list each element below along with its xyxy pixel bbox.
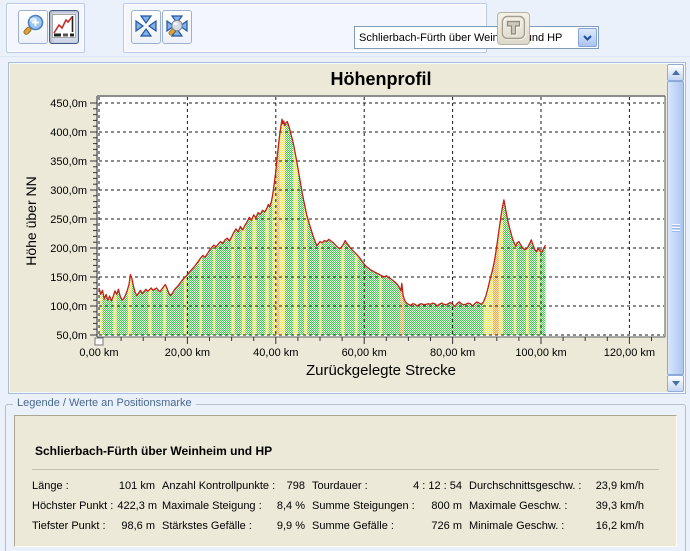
scrollbar-grip-icon [672, 224, 680, 232]
arrow-down-icon [672, 381, 680, 386]
stat-cell: Summe Steigungen : 800 m [312, 500, 462, 512]
scrollbar-thumb[interactable] [667, 81, 684, 375]
fit-view-button[interactable] [131, 10, 161, 44]
legend-groupbox-title: Legende / Werte an Positionsmarke [13, 397, 196, 409]
elevation-chart-button[interactable] [49, 10, 79, 44]
stat-label: Summe Gefälle : [312, 520, 394, 532]
stat-cell: Länge : 101 km [32, 480, 155, 492]
stat-value: 422,3 m [113, 500, 157, 512]
separator [32, 469, 659, 470]
stat-label: Tourdauer : [312, 480, 368, 492]
scroll-down-button[interactable] [667, 375, 684, 392]
stat-value: 9,9 % [273, 520, 305, 532]
zoom-in-button[interactable] [18, 10, 48, 44]
x-tick-label: 100,00 km [515, 347, 566, 359]
stat-label: Höchster Punkt : [32, 500, 113, 512]
stat-label: Summe Steigungen : [312, 500, 415, 512]
toolbar-group-route: Schlierbach-Fürth über Weinheim und HP [123, 3, 487, 53]
stat-value: 16,2 km/h [592, 520, 644, 532]
fit-zoom-button[interactable] [162, 10, 192, 44]
fit-zoom-icon [164, 13, 190, 42]
legend-panel: Schlierbach-Fürth über Weinheim und HP L… [14, 415, 677, 547]
x-tick-label: 0,00 km [79, 347, 118, 359]
y-tick-label: 150,0m [50, 272, 87, 284]
stat-cell: Summe Gefälle : 726 m [312, 520, 462, 532]
stat-cell: Stärkstes Gefälle : 9,9 % [162, 520, 305, 532]
stat-value: 23,9 km/h [592, 480, 644, 492]
y-tick-label: 350,0m [50, 156, 87, 168]
arrow-up-icon [672, 70, 680, 75]
chevron-down-icon[interactable] [578, 28, 597, 47]
x-tick-label: 40,00 km [253, 347, 298, 359]
stat-cell: Tiefster Punkt : 98,6 m [32, 520, 155, 532]
elevation-chart-panel: Höhenprofil Höhe über NN [8, 62, 686, 394]
route-stats: Länge : 101 km Anzahl Kontrollpunkte : 798 T… [32, 480, 644, 532]
stat-cell: Maximale Geschw. : 39,3 km/h [469, 500, 644, 512]
position-marker [95, 338, 103, 345]
stat-cell: Tourdauer : 4 : 12 : 54 [312, 480, 462, 492]
legend-groupbox: Legende / Werte an Positionsmarke Schlie… [5, 404, 686, 551]
zoom-in-icon [20, 13, 46, 42]
position-marker-icon [500, 14, 527, 44]
stat-label: Anzahl Kontrollpunkte : [162, 480, 275, 492]
stat-label: Maximale Geschw. : [469, 500, 567, 512]
stat-value: 4 : 12 : 54 [409, 480, 462, 492]
stat-value: 8,4 % [273, 500, 305, 512]
x-tick-label: 60,00 km [342, 347, 387, 359]
y-tick-label: 250,0m [50, 214, 87, 226]
toolbar-group-view [6, 3, 85, 53]
stat-label: Stärkstes Gefälle : [162, 520, 252, 532]
stat-value: 726 m [427, 520, 462, 532]
scroll-up-button[interactable] [667, 64, 684, 81]
elevation-chart-icon [51, 13, 77, 42]
position-marker-handle[interactable] [95, 338, 103, 345]
fit-view-icon [133, 13, 159, 42]
route-select-value: Schlierbach-Fürth über Weinheim und HP [355, 32, 577, 44]
stat-value: 39,3 km/h [592, 500, 644, 512]
stat-label: Länge : [32, 480, 69, 492]
toolbar: Schlierbach-Fürth über Weinheim und HP [0, 0, 690, 57]
stat-cell: Höchster Punkt :422,3 m [32, 500, 155, 512]
stat-value: 798 [283, 480, 305, 492]
y-tick-label: 200,0m [50, 243, 87, 255]
stat-label: Minimale Geschw. : [469, 520, 564, 532]
position-marker-button[interactable] [497, 12, 530, 45]
stat-value: 98,6 m [117, 520, 155, 532]
y-tick-label: 400,0m [50, 127, 87, 139]
stat-cell: Maximale Steigung : 8,4 % [162, 500, 305, 512]
y-tick-label: 50,0m [56, 330, 87, 342]
stat-cell: Minimale Geschw. : 16,2 km/h [469, 520, 644, 532]
stat-label: Maximale Steigung : [162, 500, 262, 512]
x-axis-title: Zurückgelegte Strecke [97, 362, 665, 379]
stat-value: 800 m [427, 500, 462, 512]
stat-cell: Anzahl Kontrollpunkte : 798 [162, 480, 305, 492]
x-tick-label: 80,00 km [430, 347, 475, 359]
x-tick-label: 120,00 km [604, 347, 655, 359]
y-tick-label: 100,0m [50, 301, 87, 313]
route-select[interactable]: Schlierbach-Fürth über Weinheim und HP [354, 26, 599, 49]
vertical-scrollbar[interactable] [667, 64, 684, 392]
stat-label: Tiefster Punkt : [32, 520, 106, 532]
elevation-profile-app: Schlierbach-Fürth über Weinheim und HP [0, 0, 690, 551]
route-title: Schlierbach-Fürth über Weinheim und HP [35, 444, 272, 458]
stat-cell: Durchschnittsgeschw. : 23,9 km/h [469, 480, 644, 492]
y-tick-label: 450,0m [50, 98, 87, 110]
y-tick-label: 300,0m [50, 185, 87, 197]
stat-value: 101 km [115, 480, 155, 492]
elevation-plot[interactable]: 50,0m 100,0m 150,0m 200,0m 250,0m 300,0m 350,0… [9, 63, 668, 393]
x-tick-label: 20,00 km [165, 347, 210, 359]
stat-label: Durchschnittsgeschw. : [469, 480, 582, 492]
